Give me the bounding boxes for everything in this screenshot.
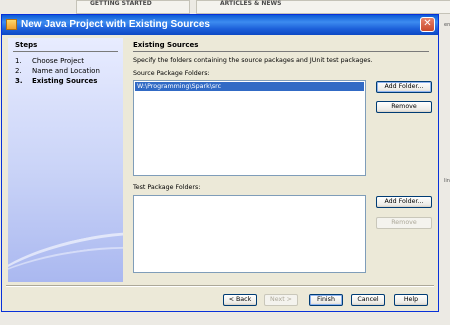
add-source-folder-button[interactable]: Add Folder... bbox=[376, 81, 432, 93]
dialog-title: New Java Project with Existing Sources bbox=[21, 19, 210, 30]
panel-divider bbox=[133, 51, 429, 52]
steps-divider bbox=[13, 51, 118, 52]
source-folders-list[interactable]: W:\Programming\Spark\src bbox=[133, 80, 366, 176]
articles-news-heading: ARTICLES & NEWS bbox=[220, 0, 282, 7]
step-number: 3. bbox=[15, 77, 23, 85]
steps-panel: Steps 1. Choose Project 2. Name and Locati… bbox=[8, 38, 123, 282]
background-text-fragment: ens. bbox=[444, 22, 450, 28]
background-text-fragment: ling bbox=[444, 178, 450, 184]
next-button: Next > bbox=[264, 294, 298, 306]
source-folders-label: Source Package Folders: bbox=[133, 70, 210, 77]
step-label: Existing Sources bbox=[32, 77, 98, 85]
panel-heading: Existing Sources bbox=[133, 41, 199, 49]
test-folders-label: Test Package Folders: bbox=[133, 184, 201, 191]
step-label: Choose Project bbox=[32, 57, 85, 65]
steps-heading: Steps bbox=[15, 41, 38, 49]
finish-button[interactable]: Finish bbox=[309, 294, 343, 306]
step-name-and-location: 2. Name and Location bbox=[15, 67, 100, 75]
footer-divider bbox=[6, 285, 434, 287]
source-folder-item[interactable]: W:\Programming\Spark\src bbox=[135, 82, 364, 91]
test-folders-list[interactable] bbox=[133, 195, 366, 273]
existing-sources-panel: Existing Sources Specify the folders con… bbox=[130, 38, 435, 282]
back-button[interactable]: < Back bbox=[223, 294, 257, 306]
step-number: 1. bbox=[15, 57, 22, 65]
getting-started-heading: GETTING STARTED bbox=[90, 0, 152, 7]
panel-description: Specify the folders containing the sourc… bbox=[133, 57, 373, 64]
close-button[interactable]: ✕ bbox=[420, 17, 435, 32]
remove-test-folder-button: Remove bbox=[376, 217, 432, 229]
cancel-button[interactable]: Cancel bbox=[351, 294, 385, 306]
add-test-folder-button[interactable]: Add Folder... bbox=[376, 196, 432, 208]
help-button[interactable]: Help bbox=[394, 294, 428, 306]
step-number: 2. bbox=[15, 67, 22, 75]
step-existing-sources: 3. Existing Sources bbox=[15, 77, 97, 85]
remove-source-folder-button[interactable]: Remove bbox=[376, 101, 432, 113]
step-choose-project: 1. Choose Project bbox=[15, 57, 84, 65]
java-project-icon bbox=[6, 19, 17, 30]
step-label: Name and Location bbox=[32, 67, 100, 75]
new-java-project-dialog: New Java Project with Existing Sources ✕… bbox=[1, 14, 439, 312]
title-bar[interactable]: New Java Project with Existing Sources ✕ bbox=[2, 15, 438, 35]
